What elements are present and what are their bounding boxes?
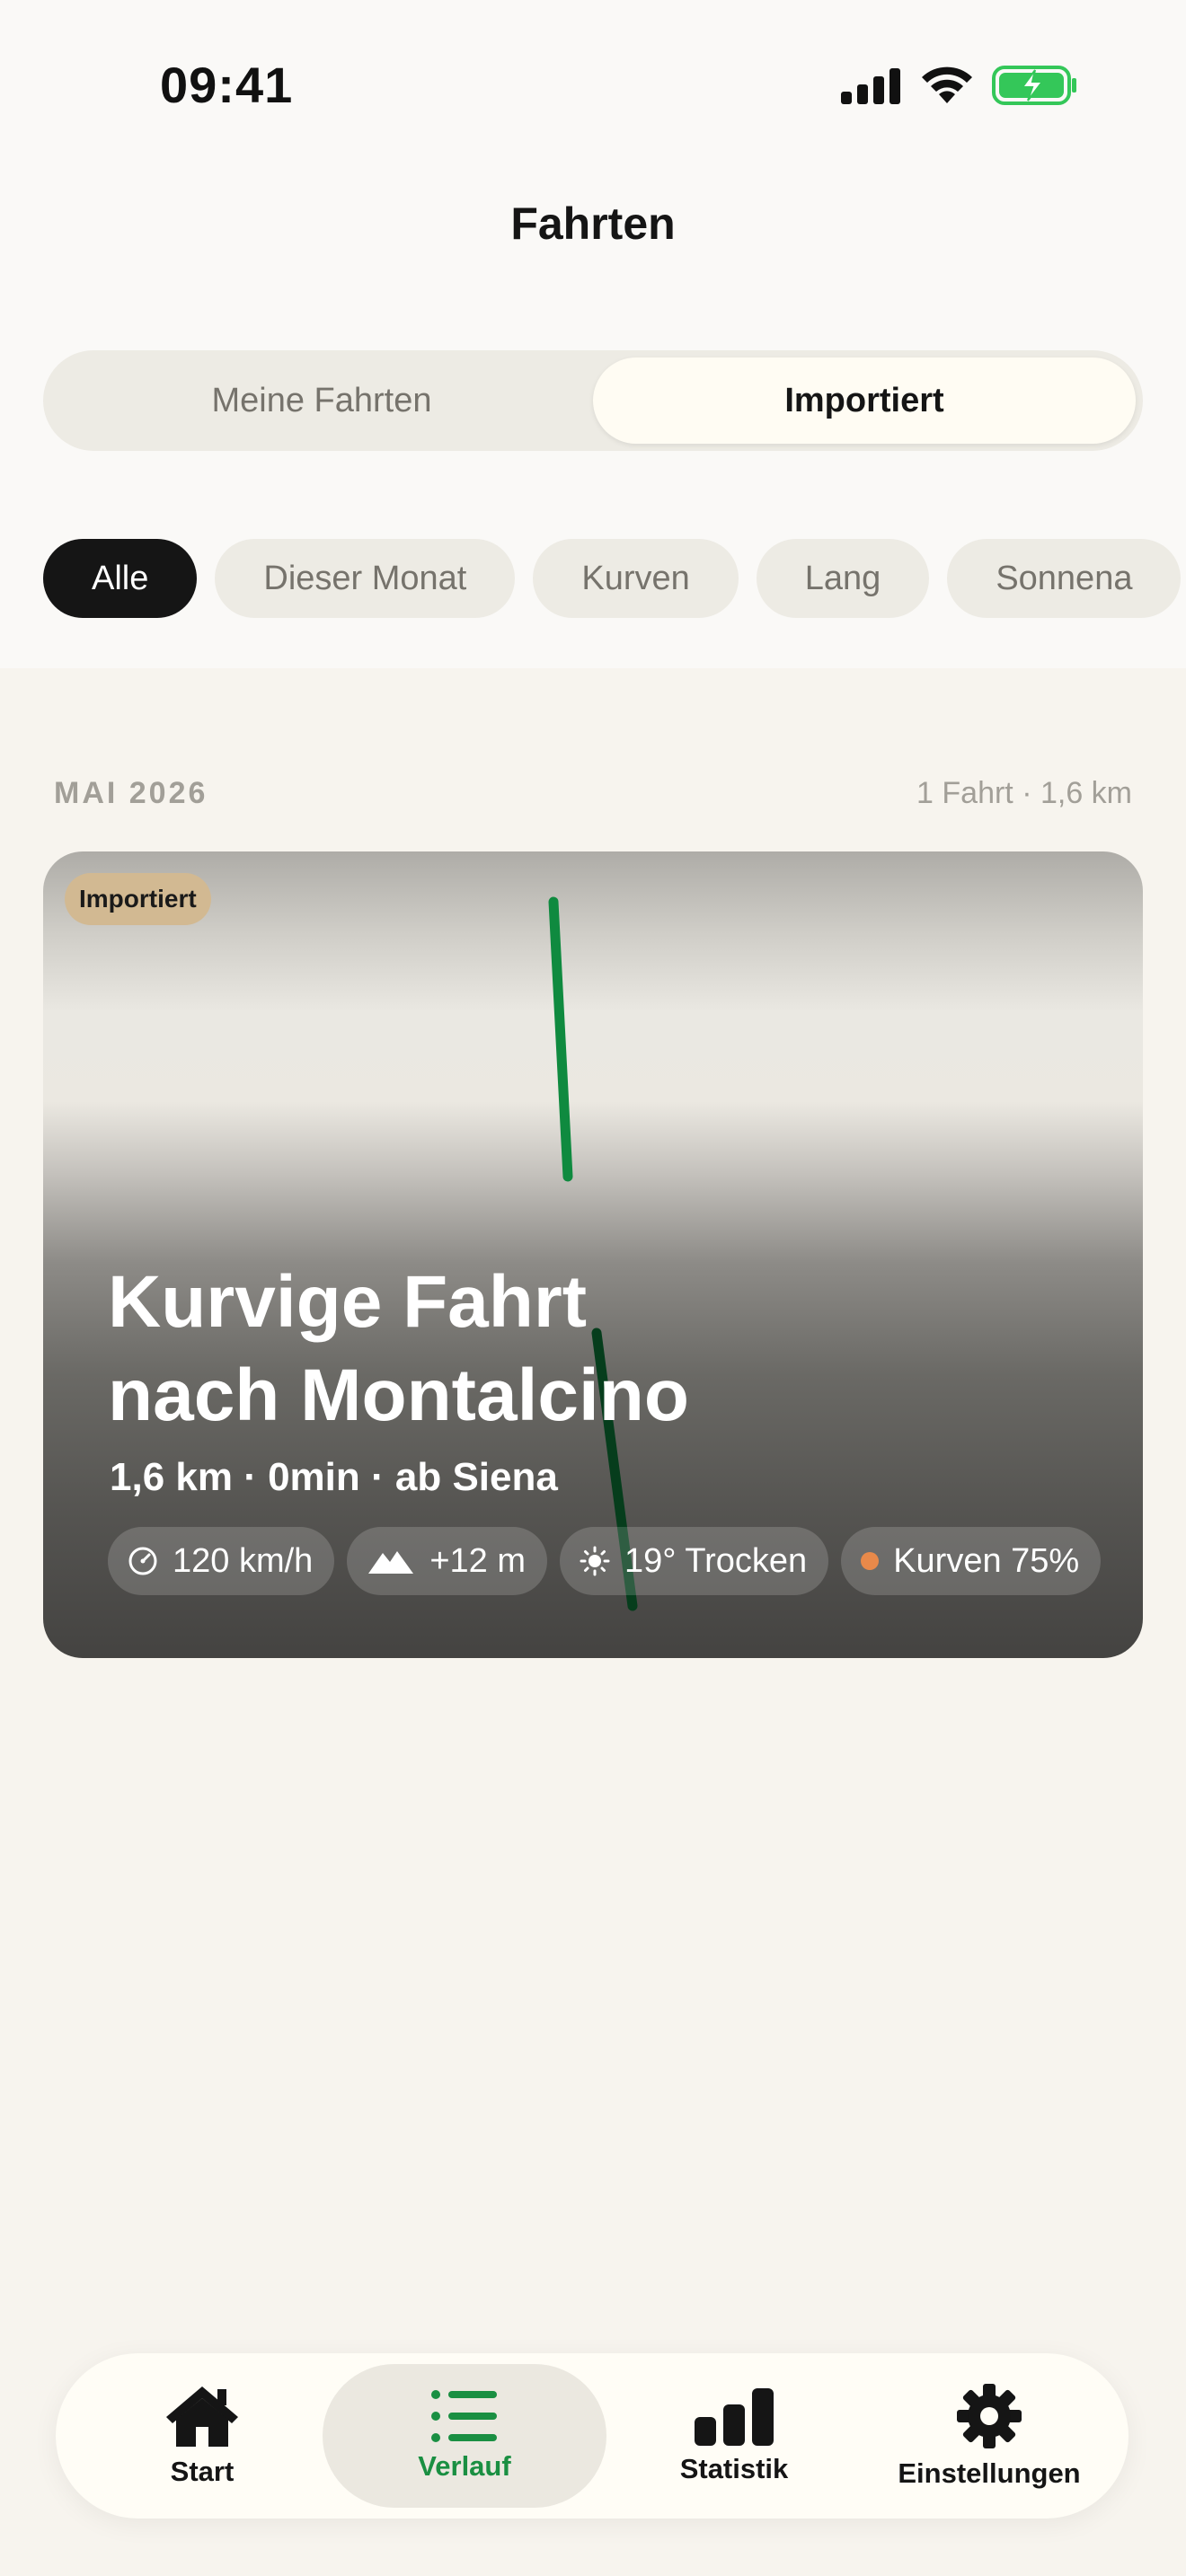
- section-month-title: MAI 2026: [54, 776, 208, 810]
- stat-weather: 19° Trocken: [559, 1527, 829, 1595]
- page-title: Fahrten: [510, 198, 676, 249]
- tab-verlauf[interactable]: Verlauf: [323, 2364, 606, 2508]
- tab-verlauf-label: Verlauf: [418, 2450, 511, 2482]
- chip-kurven[interactable]: Kurven: [533, 539, 739, 618]
- bar-chart-icon: [695, 2388, 774, 2446]
- list-icon: [431, 2390, 497, 2442]
- cellular-signal-icon: [841, 68, 900, 104]
- ride-card[interactable]: Importiert Kurvige Fahrt nach Montalcino…: [43, 851, 1143, 1658]
- stat-speed: 120 km/h: [108, 1527, 335, 1595]
- speedometer-icon: [128, 1547, 157, 1575]
- tab-statistik[interactable]: Statistik: [606, 2364, 863, 2508]
- tab-einstellungen[interactable]: Einstellungen: [861, 2364, 1118, 2508]
- chip-lang[interactable]: Lang: [756, 539, 930, 618]
- status-icons: [841, 65, 1078, 106]
- stat-weather-value: 19° Trocken: [624, 1541, 808, 1580]
- gear-icon: [957, 2384, 1022, 2448]
- section-month-summary: 1 Fahrt · 1,6 km: [916, 776, 1132, 810]
- stat-curves: Kurven 75%: [841, 1527, 1102, 1595]
- segmented-control: Meine Fahrten Importiert: [43, 350, 1143, 451]
- tab-einstellungen-label: Einstellungen: [898, 2457, 1081, 2489]
- chip-sonnenaufgang[interactable]: Sonnena: [947, 539, 1182, 618]
- ride-title: Kurvige Fahrt nach Montalcino: [108, 1256, 916, 1442]
- stat-elevation-value: +12 m: [429, 1541, 526, 1580]
- tab-bar: Start Verlauf Statistik Einstellungen: [56, 2353, 1128, 2519]
- house-icon: [166, 2386, 238, 2447]
- segment-importiert[interactable]: Importiert: [593, 357, 1136, 444]
- tab-statistik-label: Statistik: [679, 2453, 789, 2484]
- ride-stats: 120 km/h +12 m 19° Trocken Kurven 75%: [108, 1527, 1102, 1595]
- chip-alle[interactable]: Alle: [43, 539, 198, 618]
- stat-elevation: +12 m: [347, 1527, 547, 1595]
- stat-curves-value: Kurven 75%: [893, 1541, 1080, 1580]
- mountain-icon: [368, 1551, 414, 1574]
- header: 09:41 Fahrten Meine Fahrten Importiert A…: [0, 0, 1186, 668]
- ride-title-line-1: Kurvige Fahrt: [108, 1261, 588, 1343]
- wifi-icon: [922, 66, 972, 103]
- status-time: 09:41: [160, 57, 294, 113]
- curves-dot-icon: [861, 1552, 880, 1570]
- tab-start-label: Start: [170, 2456, 235, 2487]
- segment-meine-fahrten[interactable]: Meine Fahrten: [50, 357, 593, 444]
- imported-badge: Importiert: [65, 873, 211, 925]
- chip-dieser-monat[interactable]: Dieser Monat: [215, 539, 516, 618]
- ride-title-line-2: nach Montalcino: [108, 1354, 689, 1436]
- sun-icon: [580, 1546, 610, 1576]
- status-bar: 09:41: [0, 0, 1186, 171]
- ride-subtitle: 1,6 km · 0min · ab Siena: [110, 1455, 558, 1499]
- tab-start[interactable]: Start: [74, 2364, 331, 2508]
- stat-speed-value: 120 km/h: [173, 1541, 314, 1580]
- filter-chips: Alle Dieser Monat Kurven Lang Sonnena: [43, 539, 1186, 618]
- battery-charging-icon: [992, 66, 1076, 105]
